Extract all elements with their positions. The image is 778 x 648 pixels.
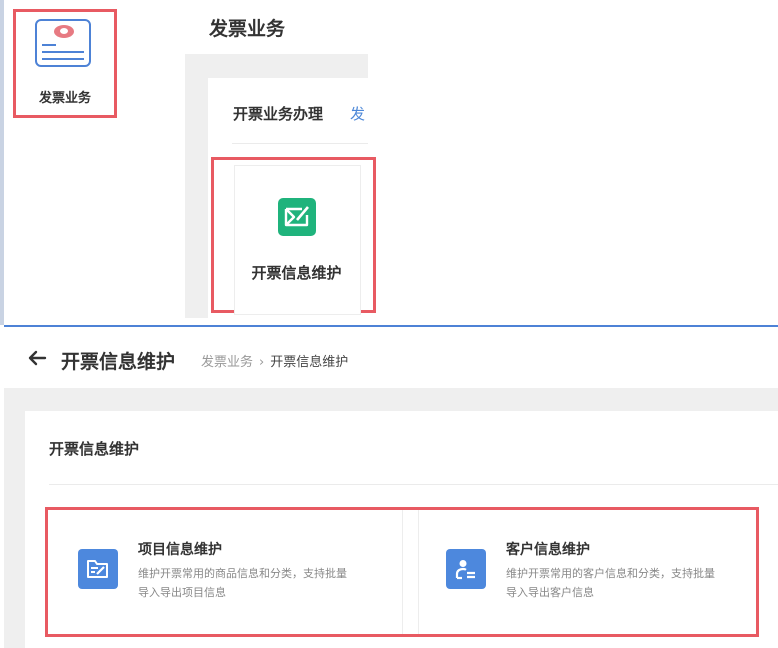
breadcrumb-separator: › bbox=[259, 355, 265, 370]
top-page-title: 发票业务 bbox=[209, 18, 286, 40]
highlight-box-top: 开票信息维护 bbox=[211, 157, 376, 315]
customer-info-card[interactable]: 客户信息维护 维护开票常用的客户信息和分类，支持批量 导入导出客户信息 bbox=[418, 510, 756, 634]
card-label: 开票信息维护 bbox=[251, 264, 342, 282]
section-divider bbox=[49, 484, 778, 485]
edit-icon bbox=[278, 198, 316, 236]
tab-invoice-handling[interactable]: 开票业务办理 bbox=[233, 103, 323, 124]
project-info-card[interactable]: 项目信息维护 维护开票常用的商品信息和分类，支持批量 导入导出项目信息 bbox=[48, 510, 402, 634]
invoice-icon bbox=[35, 19, 91, 67]
card-title: 项目信息维护 bbox=[138, 542, 222, 558]
customer-card-icon bbox=[446, 549, 486, 589]
breadcrumb-parent[interactable]: 发票业务 bbox=[201, 355, 253, 370]
highlight-box-bottom: 项目信息维护 维护开票常用的商品信息和分类，支持批量 导入导出项目信息 客户信息… bbox=[45, 507, 759, 637]
tab-divider bbox=[232, 143, 368, 144]
back-arrow-icon[interactable] bbox=[27, 348, 47, 368]
invoice-info-maintenance-card[interactable]: 开票信息维护 bbox=[234, 165, 361, 315]
card-divider bbox=[402, 510, 403, 634]
card-description: 维护开票常用的商品信息和分类，支持批量 导入导出项目信息 bbox=[138, 567, 347, 599]
invoice-business-app[interactable]: 发票业务 bbox=[13, 9, 117, 118]
panel-separator bbox=[4, 325, 778, 327]
section-title: 开票信息维护 bbox=[49, 440, 140, 458]
page-title: 开票信息维护 bbox=[61, 351, 176, 373]
left-edge-strip bbox=[0, 0, 4, 325]
card-title: 客户信息维护 bbox=[506, 542, 590, 558]
tab-second[interactable]: 发 bbox=[350, 103, 368, 124]
folder-edit-icon bbox=[78, 549, 118, 589]
card-description: 维护开票常用的客户信息和分类，支持批量 导入导出客户信息 bbox=[506, 567, 715, 599]
app-label: 发票业务 bbox=[38, 91, 91, 106]
breadcrumb-current: 开票信息维护 bbox=[270, 355, 349, 370]
breadcrumb: 发票业务 › 开票信息维护 bbox=[201, 351, 348, 370]
